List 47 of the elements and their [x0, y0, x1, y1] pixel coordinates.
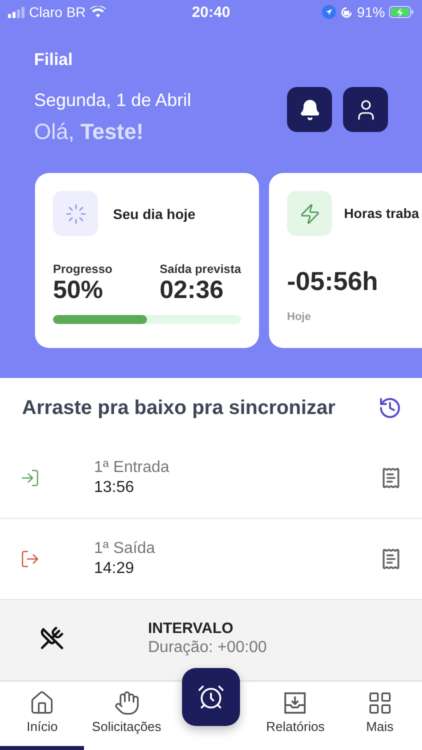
punch-label: 1ª Saída	[94, 540, 156, 558]
home-icon	[29, 690, 56, 716]
battery-charging-icon	[389, 6, 414, 18]
bell-icon	[298, 98, 320, 120]
interval-title: INTERVALO	[148, 620, 234, 637]
clock-in-button[interactable]	[182, 668, 240, 726]
signal-icon	[8, 6, 25, 18]
loader-icon	[64, 202, 86, 224]
receipt-icon[interactable]	[380, 548, 402, 570]
nav-tab[interactable]: Solicitações	[84, 682, 169, 750]
punch-time: 14:29	[94, 560, 136, 578]
sync-hint: Arraste pra baixo pra sincronizar	[22, 396, 336, 420]
lightning-icon	[298, 202, 320, 224]
punch-time: 13:56	[94, 479, 136, 497]
rotation-lock-icon	[340, 6, 353, 18]
download-tray-icon	[282, 690, 308, 716]
hours-value: -05:56h	[287, 266, 380, 297]
enter-icon	[20, 468, 40, 488]
grid-icon	[366, 690, 393, 716]
current-date: Segunda, 1 de Abril	[34, 90, 192, 111]
punch-label: 1ª Entrada	[94, 459, 170, 477]
carrier-name: Claro BR	[29, 4, 86, 20]
exit-time: 02:36	[160, 276, 225, 305]
card-title: Seu dia hoje	[113, 206, 196, 222]
progress-label: Progresso	[53, 262, 112, 276]
battery-percent: 91%	[356, 4, 385, 20]
profile-button[interactable]	[343, 87, 388, 132]
alarm-clock-icon	[197, 683, 226, 711]
history-icon[interactable]	[378, 396, 402, 420]
exit-label: Saída prevista	[160, 262, 241, 276]
cutlery-icon	[40, 626, 64, 650]
notifications-button[interactable]	[287, 87, 332, 132]
status-time: 20:40	[192, 4, 230, 20]
progress-value: 50%	[53, 276, 104, 305]
greeting: Olá, Teste!	[34, 119, 145, 145]
hand-icon	[114, 690, 140, 716]
wifi-icon	[90, 6, 106, 18]
exit-icon	[20, 549, 40, 569]
location-icon	[322, 5, 336, 19]
nav-tab[interactable]: Relatórios	[253, 682, 338, 750]
receipt-icon[interactable]	[380, 467, 402, 489]
card-title: Horas traba	[344, 206, 420, 221]
interval-duration: Duração: +00:00	[148, 639, 268, 657]
branch-name: Filial	[34, 50, 74, 70]
nav-tab[interactable]: Mais	[338, 682, 422, 750]
hours-caption: Hoje	[287, 311, 312, 323]
nav-tab[interactable]: Início	[0, 682, 84, 750]
